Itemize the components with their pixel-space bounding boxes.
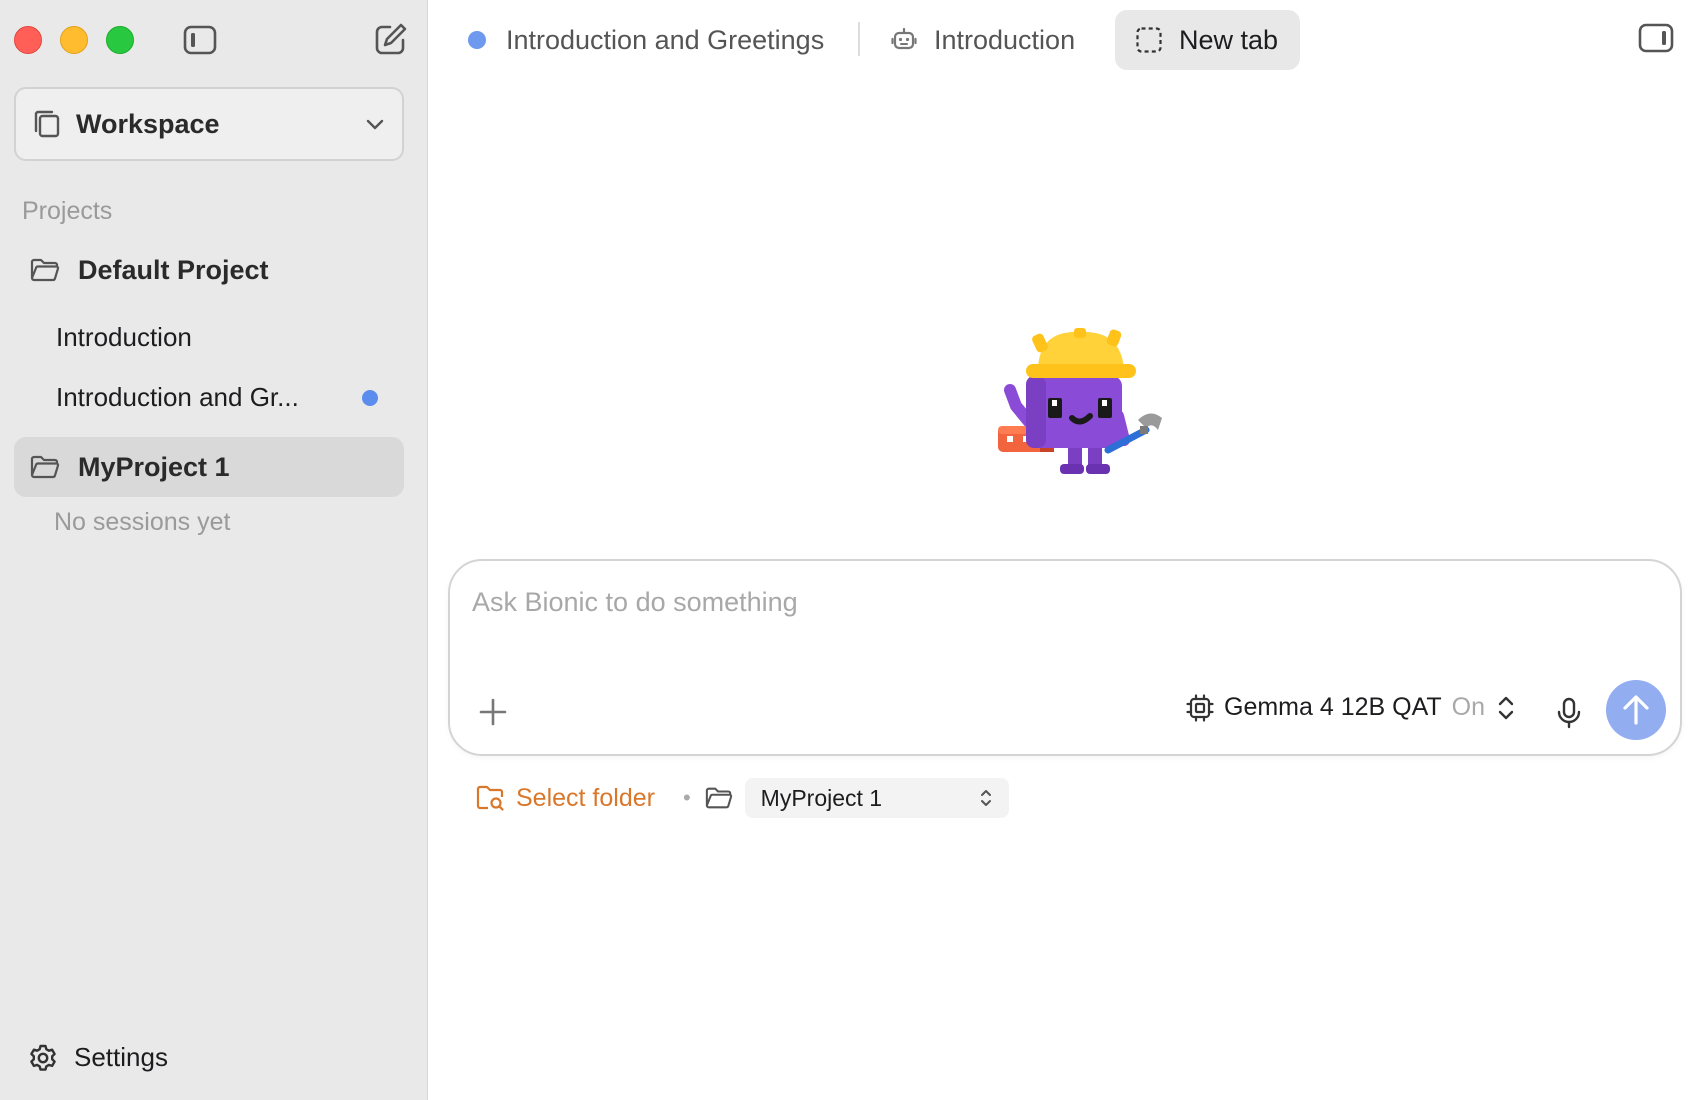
tab-introduction[interactable]: Introduction	[876, 10, 1089, 70]
tab-introduction-and-greetings[interactable]: Introduction and Greetings	[454, 10, 838, 70]
settings-button[interactable]: Settings	[28, 1042, 168, 1073]
arrow-up-icon	[1623, 695, 1649, 725]
mascot-illustration	[998, 328, 1162, 474]
chevron-up-down-icon	[1498, 696, 1514, 719]
robot-icon	[891, 27, 917, 50]
select-folder-button[interactable]: Select folder	[516, 784, 655, 813]
folder-bar: Select folder • MyProject 1	[476, 778, 1009, 818]
plus-icon[interactable]	[478, 697, 508, 727]
workspace-selector[interactable]: Workspace	[14, 87, 404, 161]
separator-dot: •	[682, 785, 691, 810]
status-dot	[468, 31, 486, 49]
workspace-icon	[34, 110, 60, 138]
model-selector[interactable]: Gemma 4 12B QAT On	[1186, 693, 1515, 722]
tab-new-tab[interactable]: New tab	[1115, 10, 1300, 70]
send-button[interactable]	[1606, 680, 1666, 740]
session-item[interactable]: Introduction and Gr...	[56, 382, 299, 413]
project-select[interactable]: MyProject 1	[744, 778, 1009, 818]
folder-icon	[30, 258, 60, 282]
prompt-input[interactable]: Ask Bionic to do something	[472, 587, 798, 618]
minimize-window-button[interactable]	[60, 26, 88, 54]
chip-icon	[1186, 693, 1214, 722]
project-name: Default Project	[78, 254, 269, 285]
workspace-label: Workspace	[76, 108, 220, 139]
chevron-down-icon	[366, 119, 384, 130]
prompt-composer: Ask Bionic to do something Gemma 4 12B Q…	[448, 559, 1682, 756]
project-name: MyProject 1	[78, 451, 230, 482]
microphone-icon[interactable]	[1556, 697, 1582, 729]
projects-heading: Projects	[22, 197, 113, 225]
folder-icon	[30, 455, 60, 479]
unread-dot	[362, 390, 378, 406]
tab-separator	[858, 22, 860, 56]
project-default[interactable]: Default Project	[14, 240, 404, 300]
new-chat-icon[interactable]	[374, 22, 408, 56]
chevron-up-down-icon	[980, 790, 991, 806]
model-state: On	[1451, 693, 1486, 721]
gear-icon	[30, 1044, 56, 1071]
tab-label: Introduction and Greetings	[506, 24, 825, 55]
project-select-value: MyProject 1	[760, 784, 883, 811]
tab-label: New tab	[1179, 24, 1279, 55]
sidebar-toggle-icon[interactable]	[183, 24, 217, 56]
project-myproject-1[interactable]: MyProject 1	[14, 437, 404, 497]
settings-label: Settings	[74, 1042, 168, 1072]
close-window-button[interactable]	[14, 26, 42, 54]
folder-icon	[705, 787, 732, 809]
sidebar: Workspace Projects Default Project Intro…	[0, 0, 428, 1100]
dashed-square-icon	[1136, 27, 1162, 53]
zoom-window-button[interactable]	[106, 26, 134, 54]
right-panel-toggle-icon[interactable]	[1638, 22, 1674, 54]
folder-search-icon	[476, 785, 504, 811]
model-name: Gemma 4 12B QAT	[1224, 693, 1442, 721]
session-item[interactable]: Introduction	[56, 322, 192, 353]
tab-label: Introduction	[934, 24, 1076, 55]
no-sessions-note: No sessions yet	[54, 508, 231, 536]
